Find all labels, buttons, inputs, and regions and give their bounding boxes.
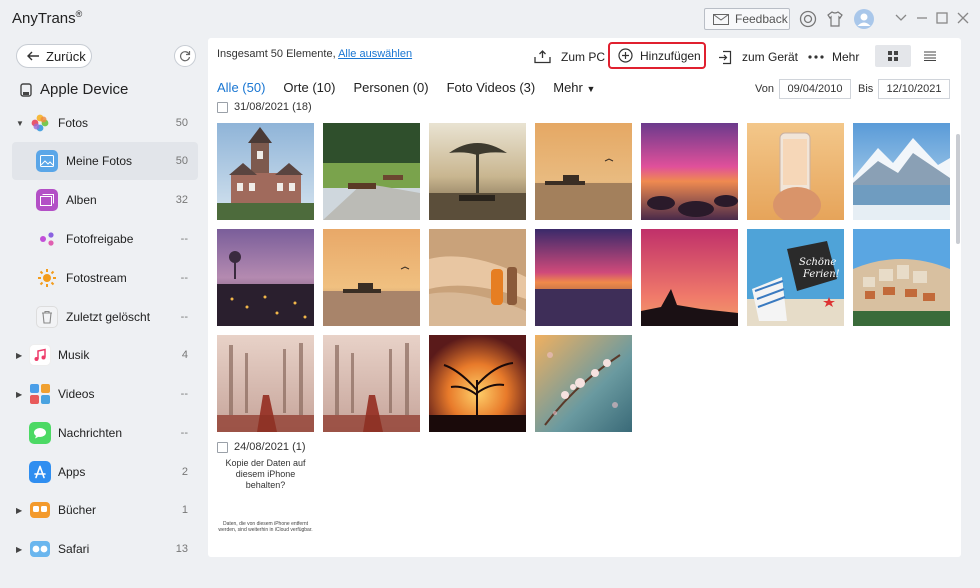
more-button[interactable]: Mehr xyxy=(808,47,859,67)
sidebar-item-meine-fotos[interactable]: Meine Fotos 50 xyxy=(12,142,198,180)
sign-text: Schöne xyxy=(799,257,836,268)
arrow-left-icon xyxy=(27,51,39,61)
from-label: Von xyxy=(755,83,774,95)
sidebar-item-nachrichten[interactable]: Nachrichten -- xyxy=(12,414,198,452)
photo-thumbnail[interactable] xyxy=(853,123,950,220)
sidebar-item-safari[interactable]: ▶ Safari 13 xyxy=(12,530,198,568)
main-panel: Insgesamt 50 Elemente, Alle auswählen Zu… xyxy=(208,38,961,557)
photo-thumbnail[interactable] xyxy=(323,229,420,326)
sidebar-item-videos[interactable]: ▶ Videos -- xyxy=(12,375,198,413)
sidebar-item-fotostream[interactable]: Fotostream -- xyxy=(12,259,198,297)
share-icon xyxy=(36,228,58,250)
to-date-field[interactable]: 12/10/2021 xyxy=(878,79,950,99)
safari-icon xyxy=(29,538,51,560)
send-to-device-icon xyxy=(719,50,732,64)
photo-thumbnail[interactable] xyxy=(429,229,526,326)
refresh-button[interactable] xyxy=(174,45,196,67)
sidebar: Zurück Apple Device ▼ Fotos 50 Meine Fot… xyxy=(0,38,206,588)
app-store-icon xyxy=(29,461,51,483)
photo-thumbnail[interactable]: Schöne Ferien! xyxy=(747,229,844,326)
title-bar: AnyTrans® Feedback xyxy=(0,0,980,38)
group-header: 24/08/2021 (1) xyxy=(217,441,306,453)
tab-personen[interactable]: Personen (0) xyxy=(353,80,428,100)
messages-icon xyxy=(29,422,51,444)
photo-thumbnail[interactable] xyxy=(429,335,526,432)
photos-icon xyxy=(29,112,51,134)
caret-right-icon[interactable]: ▶ xyxy=(16,506,22,515)
support-icon[interactable] xyxy=(798,9,818,29)
photo-thumbnail[interactable] xyxy=(747,123,844,220)
grid-view-button[interactable] xyxy=(875,45,911,67)
from-date-field[interactable]: 09/04/2010 xyxy=(779,79,851,99)
caret-down-icon: ▼ xyxy=(586,84,596,94)
tab-alle[interactable]: Alle (50) xyxy=(217,80,265,100)
device-icon xyxy=(20,82,32,97)
books-icon xyxy=(29,499,51,521)
caret-down-icon[interactable]: ▼ xyxy=(16,119,24,128)
feedback-button[interactable]: Feedback xyxy=(704,8,790,30)
list-icon xyxy=(924,51,936,61)
photo-thumbnail[interactable] xyxy=(535,123,632,220)
caret-right-icon[interactable]: ▶ xyxy=(16,545,22,554)
sun-icon xyxy=(36,267,58,289)
to-pc-button[interactable]: Zum PC xyxy=(534,47,605,67)
photo-thumbnail[interactable] xyxy=(429,123,526,220)
maximize-icon[interactable] xyxy=(934,10,950,26)
photo-thumbnail[interactable] xyxy=(217,229,314,326)
to-label: Bis xyxy=(858,83,874,95)
export-to-pc-icon xyxy=(534,50,551,64)
list-view-button[interactable] xyxy=(920,45,940,67)
back-button[interactable]: Zurück xyxy=(16,44,92,68)
note-thumbnail[interactable]: Kopie der Daten auf diesem iPhone behalt… xyxy=(217,458,314,548)
tab-foto-videos[interactable]: Foto Videos (3) xyxy=(447,80,536,100)
photo-thumbnail[interactable] xyxy=(535,335,632,432)
photo-thumbnail[interactable] xyxy=(535,229,632,326)
album-icon xyxy=(36,189,58,211)
trash-icon xyxy=(36,306,58,328)
sidebar-item-musik[interactable]: ▶ Musik 4 xyxy=(12,336,198,374)
photo-thumbnail[interactable] xyxy=(641,123,738,220)
tab-mehr[interactable]: Mehr ▼ xyxy=(553,80,595,100)
caret-right-icon[interactable]: ▶ xyxy=(16,390,22,399)
group-checkbox[interactable] xyxy=(217,101,228,113)
sign-text: Ferien! xyxy=(802,269,840,280)
app-title: AnyTrans® xyxy=(12,9,83,27)
grid-icon xyxy=(888,51,898,61)
sidebar-item-fotos[interactable]: ▼ Fotos 50 xyxy=(12,104,198,142)
scrollbar[interactable] xyxy=(956,134,960,244)
to-device-button[interactable]: zum Gerät xyxy=(718,47,798,67)
minimize-icon[interactable] xyxy=(914,10,930,26)
sidebar-item-alben[interactable]: Alben 32 xyxy=(12,181,198,219)
close-icon[interactable] xyxy=(955,10,971,26)
photo-thumbnail[interactable] xyxy=(323,123,420,220)
photo-thumbnail[interactable] xyxy=(853,229,950,326)
select-all-link[interactable]: Alle auswählen xyxy=(338,48,412,60)
summary-text: Insgesamt 50 Elemente, Alle auswählen xyxy=(217,48,413,60)
sidebar-item-apps[interactable]: Apps 2 xyxy=(12,453,198,491)
tab-orte[interactable]: Orte (10) xyxy=(283,80,335,100)
refresh-icon xyxy=(179,51,191,62)
photo-thumbnail[interactable] xyxy=(323,335,420,432)
sidebar-item-zuletzt-geloescht[interactable]: Zuletzt gelöscht -- xyxy=(12,298,198,336)
sidebar-item-buecher[interactable]: ▶ Bücher 1 xyxy=(12,491,198,529)
add-button[interactable]: Hinzufügen xyxy=(608,42,706,69)
music-icon xyxy=(29,344,51,366)
photo-image-icon xyxy=(36,150,58,172)
shirt-icon[interactable] xyxy=(825,9,845,29)
category-tabs: Alle (50) Orte (10) Personen (0) Foto Vi… xyxy=(217,80,595,100)
videos-icon xyxy=(29,383,51,405)
plus-circle-icon xyxy=(618,48,633,63)
sidebar-item-fotofreigabe[interactable]: Fotofreigabe -- xyxy=(12,220,198,258)
photo-thumbnail[interactable] xyxy=(217,123,314,220)
device-title: Apple Device xyxy=(20,81,128,98)
group-header: 31/08/2021 (18) xyxy=(217,101,312,113)
ellipsis-icon xyxy=(808,55,824,59)
photo-thumbnail[interactable] xyxy=(641,229,738,326)
photo-thumbnail[interactable] xyxy=(217,335,314,432)
menu-chevron-icon[interactable] xyxy=(893,10,909,26)
avatar-icon[interactable] xyxy=(854,9,874,29)
group-checkbox[interactable] xyxy=(217,441,228,453)
mail-icon xyxy=(713,13,729,25)
caret-right-icon[interactable]: ▶ xyxy=(16,351,22,360)
